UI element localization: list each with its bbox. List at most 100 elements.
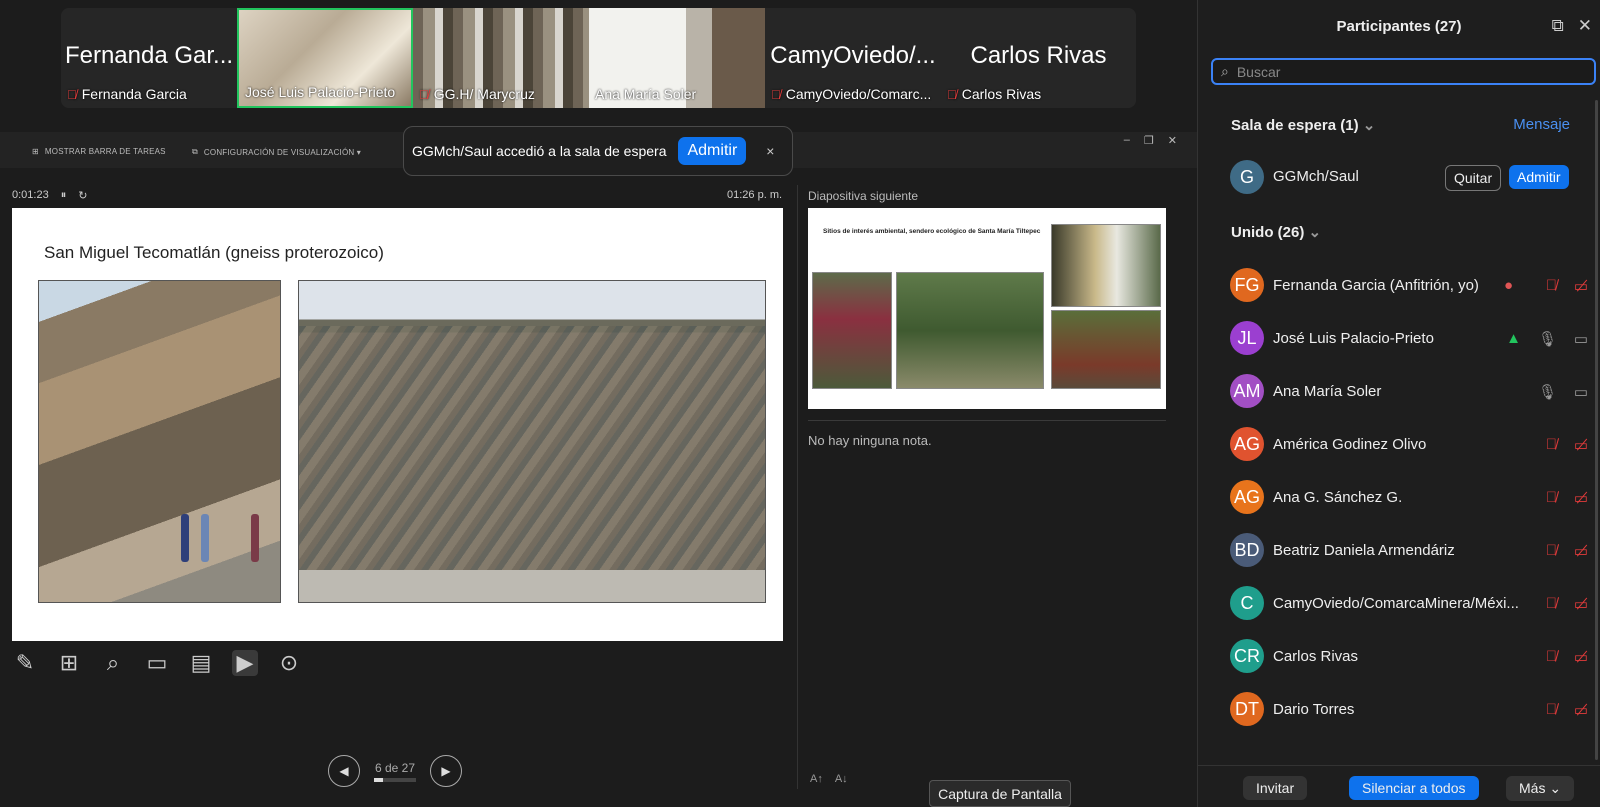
camera-off-icon[interactable]: ▭̸ [1574,701,1588,719]
slide-photo-left [38,280,281,603]
next-slide-photo [896,272,1044,389]
panel-footer: Invitar Silenciar a todos Más ⌄ [1198,765,1600,807]
search-input[interactable] [1236,63,1577,80]
scrollbar[interactable] [1595,100,1598,760]
pause-icon[interactable]: ⏸ [61,189,67,202]
participant-name: CamyOviedo/ComarcaMinera/Méxi... [1273,595,1519,612]
camera-off-icon[interactable]: ▭̸ [1574,277,1588,295]
avatar: AG [1230,480,1264,514]
participant-row[interactable]: JL José Luis Palacio-Prieto 🎙 ▭ ▲ [1198,313,1593,363]
participant-name: Fernanda Garcia [81,86,187,102]
video-tile[interactable]: Fernanda Gar... 🎙̸ Fernanda Garcia [61,8,237,108]
previous-slide-icon[interactable]: ◀ [328,755,360,787]
participant-name: Fernanda Garcia (Anfitrión, yo) [1273,277,1479,294]
mic-icon[interactable]: 🎙 [1538,383,1557,401]
participant-row[interactable]: CR Carlos Rivas 🎙̸ ▭̸ [1198,631,1593,681]
display-settings-icon: ⧉ [192,147,198,156]
video-tile[interactable]: CamyOviedo/... 🎙̸ CamyOviedo/Comarc... [765,8,941,108]
participant-row[interactable]: DT Dario Torres 🎙̸ ▭̸ [1198,684,1593,734]
elapsed-time: 0:01:23 [12,189,49,201]
zoom-icon[interactable]: ⌕ [100,650,126,676]
search-box[interactable]: ⌕ [1211,58,1596,85]
next-slide-preview[interactable]: Sitios de interés ambiental, sendero eco… [808,208,1166,409]
minimize-icon[interactable]: – [1124,134,1130,147]
mic-muted-icon[interactable]: 🎙̸ [1546,542,1557,559]
mic-muted-icon[interactable]: 🎙̸ [1546,436,1557,453]
close-icon[interactable]: ✕ [1578,16,1592,36]
camera-off-icon[interactable]: ▭̸ [1574,489,1588,507]
notification-text: GGMch/Saul accedió a la sala de espera [412,143,667,159]
message-link[interactable]: Mensaje [1513,116,1570,133]
camera-icon[interactable]: ▭ [1574,383,1588,401]
mic-icon[interactable]: 🎙 [1538,330,1557,348]
video-tile[interactable]: Ana María Soler [589,8,765,108]
chevron-down-icon: ⌄ [1362,117,1376,134]
chevron-down-icon: ⌄ [1308,224,1322,241]
slide-timer: 0:01:23 ⏸ ↻ [12,189,87,202]
waiting-room-notification: GGMch/Saul accedió a la sala de espera A… [403,126,793,176]
mic-muted-icon[interactable]: 🎙̸ [1546,277,1557,294]
waiting-room-header[interactable]: Sala de espera (1) ⌄ [1231,116,1375,134]
participant-row[interactable]: C CamyOviedo/ComarcaMinera/Méxi... 🎙̸ ▭̸ [1198,578,1593,628]
pen-icon[interactable]: ✎ [12,650,38,676]
next-slide-photo [1051,310,1161,389]
camera-icon[interactable]: ▶ [232,650,258,676]
participant-name: Dario Torres [1273,701,1355,718]
avatar: AG [1230,427,1264,461]
participant-row[interactable]: AG América Godinez Olivo 🎙̸ ▭̸ [1198,419,1593,469]
close-icon[interactable]: × [766,143,774,159]
waiting-user-name: GGMch/Saul [1273,168,1359,185]
mic-muted-icon[interactable]: 🎙̸ [1546,489,1557,506]
remove-button[interactable]: Quitar [1445,165,1502,191]
subtitles-icon[interactable]: ▤ [188,650,214,676]
search-icon: ⌕ [1221,63,1229,79]
next-slide-label: Diapositiva siguiente [808,189,919,203]
joined-header[interactable]: Unido (26) ⌄ [1231,223,1321,241]
participant-display-name: Carlos Rivas [970,42,1107,69]
popout-icon[interactable]: ⧉ [1552,16,1564,36]
font-decrease-icon[interactable]: A↓ [835,773,848,785]
mic-muted-icon[interactable]: 🎙̸ [1546,595,1557,612]
more-options-icon[interactable]: ⊙ [276,650,302,676]
current-time: 01:26 p. m. [727,189,783,201]
avatar: JL [1230,321,1264,355]
participant-row[interactable]: BD Beatriz Daniela Armendáriz 🎙̸ ▭̸ [1198,525,1593,575]
font-increase-icon[interactable]: A↑ [810,773,823,785]
camera-off-icon[interactable]: ▭̸ [1574,595,1588,613]
camera-off-icon[interactable]: ▭̸ [1574,436,1588,454]
camera-off-icon[interactable]: ▭̸ [1574,542,1588,560]
video-tile-active-speaker[interactable]: José Luis Palacio-Prieto [237,8,413,108]
current-slide: San Miguel Tecomatlán (gneiss proterozoi… [12,208,783,641]
avatar: DT [1230,692,1264,726]
invite-button[interactable]: Invitar [1243,776,1308,800]
participant-row[interactable]: FG Fernanda Garcia (Anfitrión, yo) 🎙̸ ▭̸ ● [1198,260,1593,310]
more-button[interactable]: Más ⌄ [1506,776,1575,801]
close-icon[interactable]: ✕ [1168,134,1177,147]
restart-icon[interactable]: ↻ [78,189,87,202]
all-slides-icon[interactable]: ⊞ [56,650,82,676]
participant-row[interactable]: AG Ana G. Sánchez G. 🎙̸ ▭̸ [1198,472,1593,522]
camera-icon[interactable]: ▭ [1574,330,1588,348]
participant-row[interactable]: AM Ana María Soler 🎙 ▭ [1198,366,1593,416]
show-taskbar-button[interactable]: ⊞ MOSTRAR BARRA DE TAREAS [32,147,166,156]
display-settings-button[interactable]: ⧉ CONFIGURACIÓN DE VISUALIZACIÓN ▾ [192,147,361,157]
mic-muted-icon[interactable]: 🎙̸ [1546,701,1557,718]
participant-name: Carlos Rivas [961,86,1042,102]
next-slide-icon[interactable]: ▶ [430,755,462,787]
mute-all-button[interactable]: Silenciar a todos [1349,776,1479,800]
video-tile[interactable]: 🎙̸ GG.H/ Marycruz [413,8,589,108]
show-taskbar-label: MOSTRAR BARRA DE TAREAS [44,147,166,156]
avatar: AM [1230,374,1264,408]
participant-name: Ana María Soler [595,86,697,102]
display-settings-label: CONFIGURACIÓN DE VISUALIZACIÓN ▾ [203,147,362,157]
camera-off-icon[interactable]: ▭̸ [1574,648,1588,666]
mic-muted-icon: 🎙̸ [419,86,429,102]
screen-icon[interactable]: ▭ [144,650,170,676]
admit-button[interactable]: Admitir [1509,165,1569,189]
mic-muted-icon[interactable]: 🎙̸ [1546,648,1557,665]
restore-icon[interactable]: ❐ [1144,134,1154,147]
participant-name: CamyOviedo/Comarc... [785,86,932,102]
slide-progress-bar [374,777,416,782]
admit-button[interactable]: Admitir [678,137,747,165]
video-tile[interactable]: Carlos Rivas 🎙̸ Carlos Rivas [941,8,1136,108]
